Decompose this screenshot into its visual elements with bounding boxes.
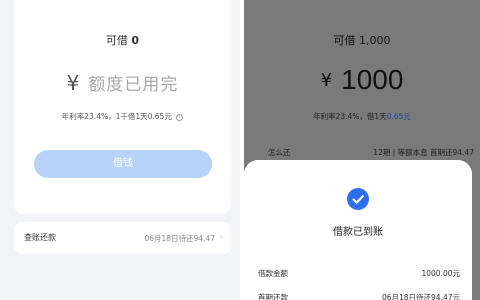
amount-placeholder: 额度已用完: [88, 75, 179, 95]
rate-label: 年利率23.4%，1千借1天0.65元: [61, 112, 172, 121]
available-credit: 可借 0: [14, 32, 231, 48]
success-sheet: 借款已到账 借款金额 1000.00元 首期还款 06月18日待还94.47元: [244, 160, 472, 300]
loan-amount-label: 借款金额: [258, 269, 288, 278]
available-credit: 可借 1,000: [244, 32, 480, 48]
chevron-right-icon: ›: [219, 232, 223, 241]
first-repay-label: 首期还款: [258, 293, 288, 300]
rate-highlight: 0.65元: [386, 112, 411, 121]
currency-symbol: ¥: [320, 69, 333, 91]
amount-input[interactable]: ¥ 额度已用完: [14, 70, 231, 96]
amount-display: ¥ 1000: [244, 64, 480, 96]
rate-text: 年利率23.4%，借1天0.65元: [244, 111, 480, 122]
bill-label: 查账还款: [24, 233, 56, 242]
left-screen: 可借 0 ¥ 额度已用完 年利率23.4%，1千借1天0.65元 i 借钱 查账…: [0, 0, 240, 300]
available-value: 0: [131, 34, 140, 47]
rate-prefix: 年利率23.4%，借1天: [313, 112, 387, 121]
available-label: 可借: [333, 34, 356, 47]
first-repay-value: 06月18日待还94.47元: [381, 293, 460, 300]
amount-value: 1000: [341, 64, 404, 95]
available-value: 1,000: [359, 34, 391, 47]
sheet-title: 借款已到账: [333, 227, 383, 238]
bill-repay-row[interactable]: 查账还款 06月18日待还94.47 ›: [14, 222, 231, 254]
rate-text: 年利率23.4%，1千借1天0.65元 i: [14, 111, 231, 122]
loan-amount-value: 1000.00元: [421, 269, 460, 278]
loan-card: 可借 0 ¥ 额度已用完 年利率23.4%，1千借1天0.65元 i 借钱: [14, 0, 231, 214]
check-circle-icon: [347, 188, 369, 210]
borrow-button[interactable]: 借钱: [34, 150, 212, 178]
repay-plan[interactable]: 12期 | 等额本息 首期还94.47: [373, 147, 474, 158]
currency-symbol: ¥: [66, 70, 80, 95]
bill-value: 06月18日待还94.47: [144, 234, 215, 243]
right-screen: 可借 1,000 ¥ 1000 年利率23.4%，借1天0.65元 怎么还 12…: [244, 0, 480, 300]
info-icon[interactable]: i: [176, 113, 184, 121]
available-label: 可借: [105, 34, 128, 47]
repay-method-label: 怎么还: [268, 148, 291, 157]
